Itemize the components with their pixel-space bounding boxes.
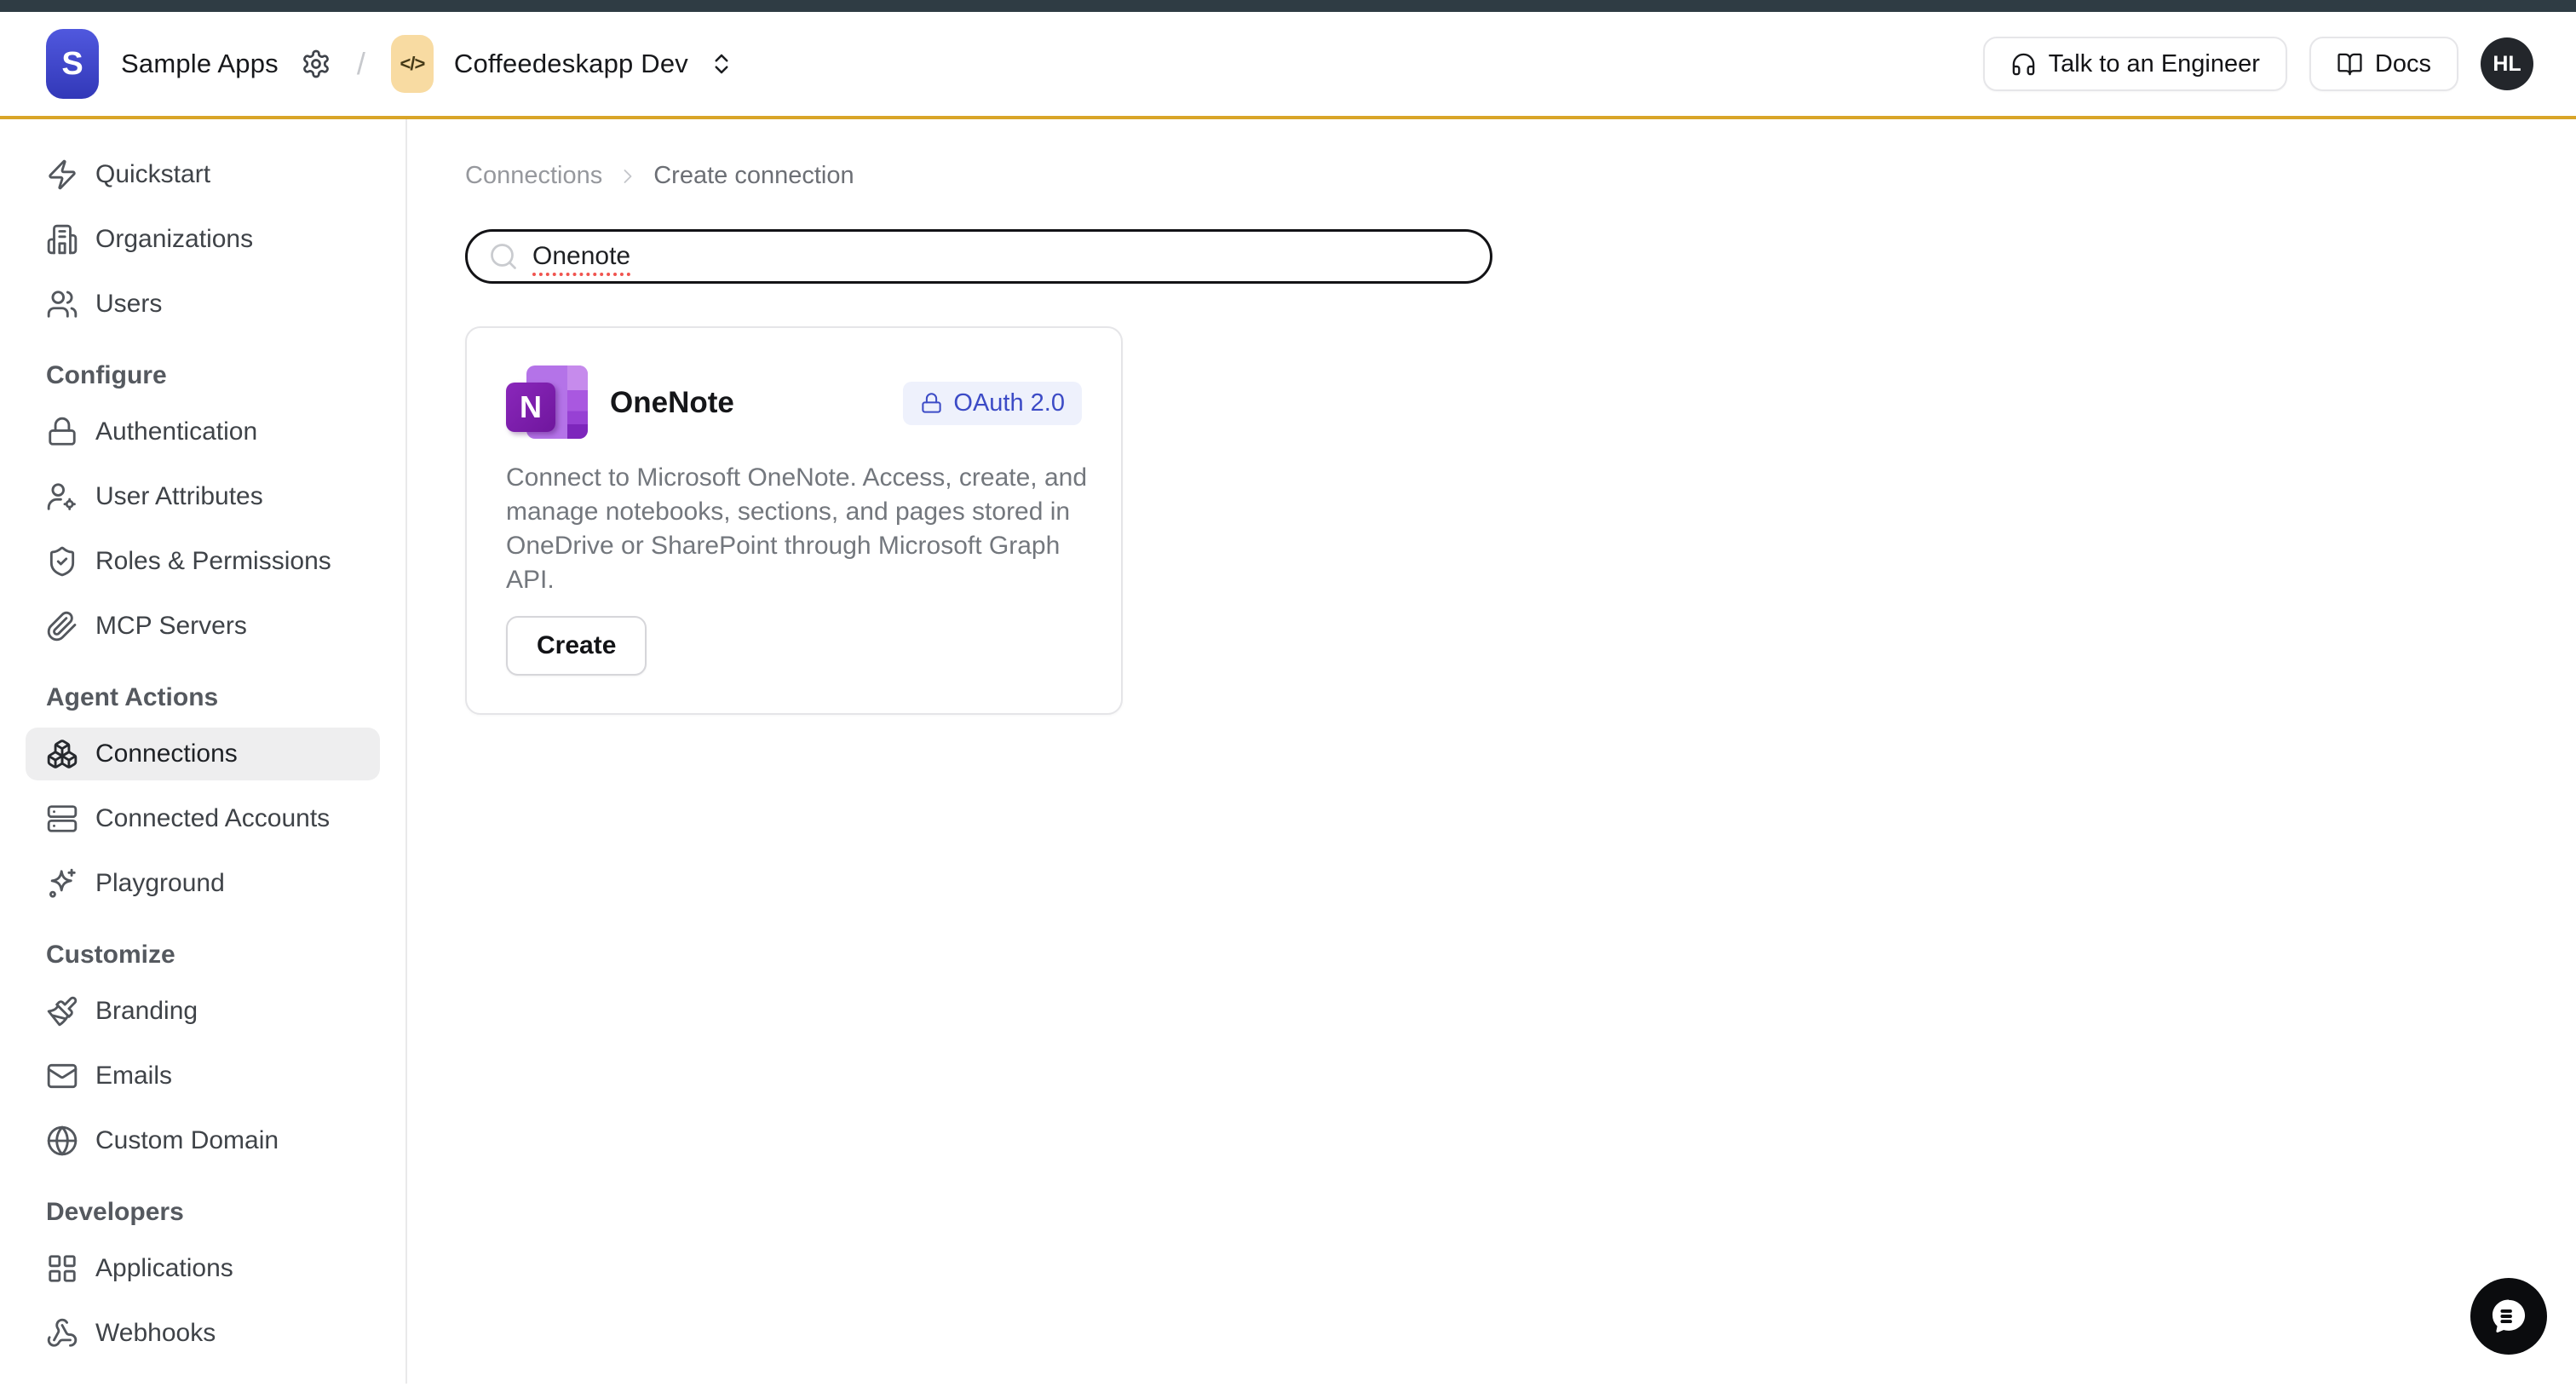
sidebar-item-mcp-servers[interactable]: MCP Servers — [26, 600, 380, 653]
chevron-right-icon — [616, 164, 640, 188]
lock-icon — [920, 392, 943, 415]
gear-icon[interactable] — [301, 49, 331, 79]
chevrons-up-down-icon — [709, 51, 734, 77]
sidebar-item-label: Emails — [95, 1062, 172, 1091]
chat-bubble-icon — [2487, 1294, 2531, 1338]
sidebar-item-label: Branding — [95, 997, 198, 1026]
card-title: OneNote — [610, 386, 734, 420]
talk-to-engineer-button[interactable]: Talk to an Engineer — [1983, 37, 2287, 91]
workspace-switcher: S Sample Apps / </> Coffeedeskapp Dev — [46, 29, 734, 99]
sidebar-item-webhooks[interactable]: Webhooks — [26, 1307, 380, 1360]
oauth-badge-label: OAuth 2.0 — [953, 389, 1065, 417]
breadcrumb-connections[interactable]: Connections — [465, 162, 602, 190]
onenote-logo: N — [506, 365, 588, 440]
breadcrumb-create-connection: Create connection — [653, 162, 854, 190]
sidebar-item-user-attributes[interactable]: User Attributes — [26, 470, 380, 523]
sidebar-item-label: MCP Servers — [95, 612, 247, 641]
mail-icon — [46, 1060, 78, 1092]
user-gear-icon — [46, 481, 78, 513]
workspace-name[interactable]: Sample Apps — [121, 49, 279, 79]
docs-label: Docs — [2375, 50, 2431, 78]
sidebar-section-configure: Configure — [46, 361, 380, 390]
grid-icon — [46, 1252, 78, 1285]
search-query-text: Onenote — [532, 242, 630, 271]
paintbrush-icon — [46, 995, 78, 1027]
sidebar-item-branding[interactable]: Branding — [26, 985, 380, 1038]
sidebar-section-agent-actions: Agent Actions — [46, 683, 380, 712]
book-open-icon — [2337, 51, 2363, 78]
main-content: Connections Create connection Onenote N … — [407, 119, 2576, 1384]
path-divider: / — [354, 46, 369, 82]
app-header: S Sample Apps / </> Coffeedeskapp Dev Ta… — [0, 12, 2576, 119]
create-button[interactable]: Create — [506, 616, 647, 676]
sidebar-item-connected-accounts[interactable]: Connected Accounts — [26, 792, 380, 845]
sidebar-item-label: Custom Domain — [95, 1126, 279, 1155]
sidebar-item-organizations[interactable]: Organizations — [26, 213, 380, 266]
sidebar-item-users[interactable]: Users — [26, 278, 380, 331]
code-chip-icon: </> — [391, 35, 434, 93]
building-icon — [46, 223, 78, 256]
sidebar-item-label: Connected Accounts — [95, 804, 330, 833]
shield-check-icon — [46, 545, 78, 578]
docs-button[interactable]: Docs — [2309, 37, 2458, 91]
breadcrumb: Connections Create connection — [465, 162, 2576, 190]
sidebar-item-label: Quickstart — [95, 160, 210, 189]
oauth-badge: OAuth 2.0 — [903, 382, 1082, 425]
sidebar-item-quickstart[interactable]: Quickstart — [26, 148, 380, 201]
sidebar-item-label: Webhooks — [95, 1319, 216, 1348]
user-avatar[interactable]: HL — [2481, 37, 2533, 90]
card-description: Connect to Microsoft OneNote. Access, cr… — [506, 461, 1087, 597]
sidebar-item-roles-permissions[interactable]: Roles & Permissions — [26, 535, 380, 588]
sidebar-item-label: Users — [95, 290, 162, 319]
boxes-icon — [46, 738, 78, 770]
environment-selector[interactable]: </> Coffeedeskapp Dev — [391, 35, 734, 93]
sidebar-item-emails[interactable]: Emails — [26, 1050, 380, 1102]
os-top-strip — [0, 0, 2576, 12]
sidebar-section-customize: Customize — [46, 941, 380, 970]
talk-to-engineer-label: Talk to an Engineer — [2049, 50, 2260, 78]
search-input[interactable]: Onenote — [465, 229, 1492, 284]
sidebar-item-label: Applications — [95, 1254, 233, 1283]
sidebar: Quickstart Organizations Users Configure… — [0, 119, 407, 1384]
sidebar-item-label: User Attributes — [95, 482, 263, 511]
sidebar-item-label: Authentication — [95, 417, 257, 446]
chat-widget-button[interactable] — [2470, 1278, 2547, 1355]
sidebar-item-label: Playground — [95, 869, 225, 898]
globe-icon — [46, 1125, 78, 1157]
workspace-logo[interactable]: S — [46, 29, 99, 99]
zap-icon — [46, 158, 78, 191]
users-icon — [46, 288, 78, 320]
sparkles-icon — [46, 867, 78, 900]
environment-name: Coffeedeskapp Dev — [454, 49, 688, 79]
onenote-letter: N — [506, 383, 555, 432]
sidebar-item-label: Organizations — [95, 225, 253, 254]
sidebar-item-label: Roles & Permissions — [95, 547, 331, 576]
sidebar-item-label: Connections — [95, 740, 238, 768]
sidebar-item-connections[interactable]: Connections — [26, 728, 380, 780]
sidebar-item-authentication[interactable]: Authentication — [26, 406, 380, 458]
header-actions: Talk to an Engineer Docs HL — [1983, 37, 2533, 91]
sidebar-item-applications[interactable]: Applications — [26, 1242, 380, 1295]
card-header: N OneNote OAuth 2.0 — [506, 365, 1082, 440]
server-icon — [46, 803, 78, 835]
sidebar-item-custom-domain[interactable]: Custom Domain — [26, 1114, 380, 1167]
paperclip-icon — [46, 610, 78, 642]
headphones-icon — [2010, 51, 2037, 78]
sidebar-section-developers: Developers — [46, 1198, 380, 1227]
connector-card-onenote: N OneNote OAuth 2.0 Connect to Microsoft… — [465, 326, 1123, 715]
lock-icon — [46, 416, 78, 448]
sidebar-item-playground[interactable]: Playground — [26, 857, 380, 910]
search-icon — [488, 241, 519, 272]
webhook-icon — [46, 1317, 78, 1350]
